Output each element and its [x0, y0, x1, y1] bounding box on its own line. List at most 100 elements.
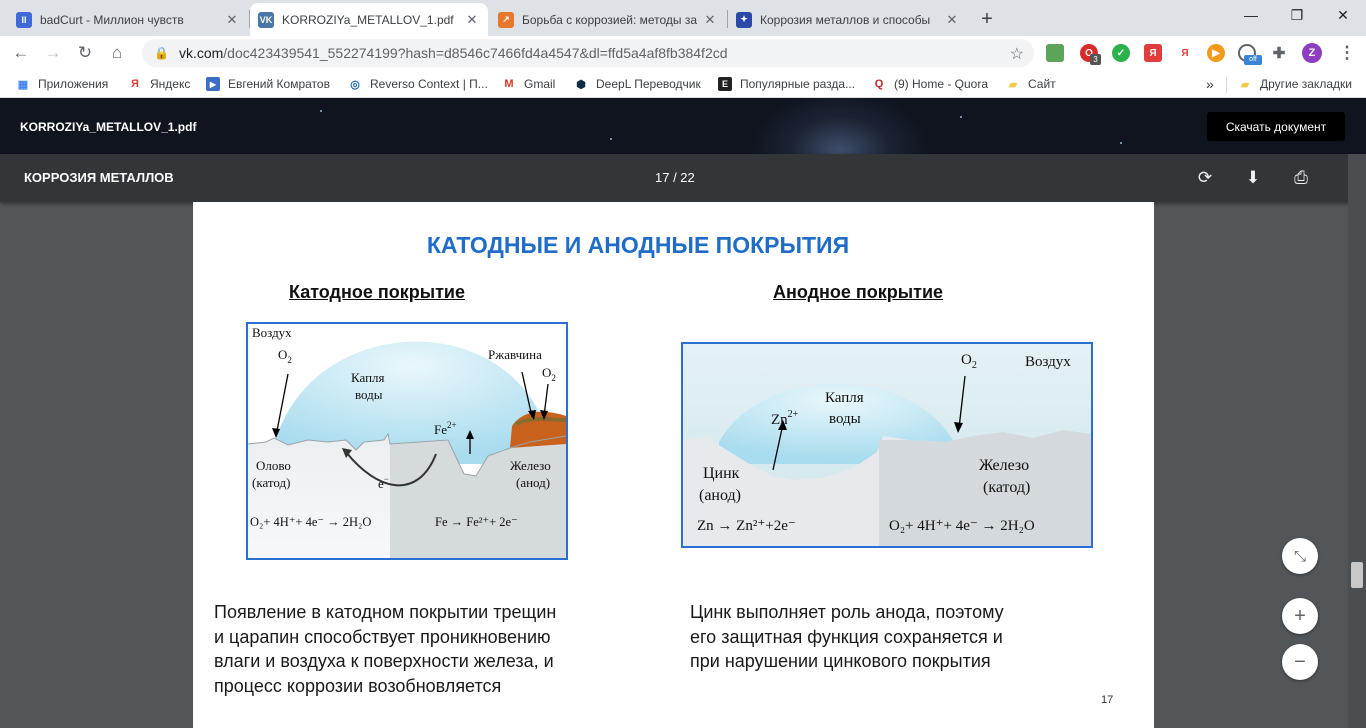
tab-title: Коррозия металлов и способы	[760, 12, 931, 27]
back-icon[interactable]: ←	[8, 40, 34, 66]
bookmark-star-icon[interactable]: ☆	[1010, 44, 1024, 64]
pdf-scrollbar[interactable]	[1348, 154, 1366, 728]
play-extension-icon[interactable]: ▶	[1207, 44, 1225, 62]
tab-corrosion-ways[interactable]: ✦ Коррозия металлов и способы ✕	[728, 3, 968, 36]
air-label: Воздух	[252, 325, 292, 340]
puzzle-icon[interactable]: ✚	[1270, 44, 1288, 62]
bookmark-label: Другие закладки	[1260, 77, 1352, 91]
text-line: Появление в катодном покрытии трещин	[214, 602, 557, 622]
bookmark-label: (9) Home - Quora	[894, 77, 989, 91]
bg-star	[320, 110, 322, 112]
cathodic-heading: Катодное покрытие	[289, 282, 465, 302]
slide-page-number: 17	[1101, 694, 1114, 706]
document-filename: KORROZIYa_METALLOV_1.pdf	[20, 120, 197, 134]
close-window-button[interactable]: ✕	[1320, 0, 1366, 30]
new-tab-button[interactable]: +	[974, 6, 1000, 32]
anodic-heading: Анодное покрытие	[773, 282, 944, 302]
tab-favicon-icon: ✦	[736, 11, 752, 28]
close-tab-icon[interactable]: ✕	[944, 12, 960, 28]
bookmark-site[interactable]: ▰ Сайт	[1006, 75, 1056, 93]
page-indicator: 17 / 22	[655, 170, 695, 185]
iron-label: (анод)	[516, 475, 550, 490]
anodic-coating-diagram: Воздух O2 Zn2+ Капля воды Цинк (анод) Же…	[683, 344, 1091, 546]
fit-page-button[interactable]: ⤡	[1282, 538, 1318, 574]
tab-title: KORROZIYa_METALLOV_1.pdf	[282, 12, 454, 27]
yandex-icon[interactable]: Я	[1176, 44, 1194, 62]
zinc-label: Цинк	[703, 465, 740, 482]
cathodic-coating-figure: Воздух O2 Капля воды Ржавчина O2 Fe2+ Ол…	[246, 322, 568, 560]
close-tab-icon[interactable]: ✕	[224, 12, 240, 28]
vk-icon: VK	[258, 11, 274, 28]
more-bookmarks-button[interactable]: »	[1206, 75, 1214, 93]
bookmarks-bar: ▦ Приложения Я Яндекс ▶ Евгений Комратов ◎ R…	[0, 70, 1366, 98]
tab-favicon-icon: II	[16, 11, 32, 28]
quora-icon: Q	[874, 78, 884, 90]
zoom-in-button[interactable]: +	[1282, 598, 1318, 634]
bookmark-komratov[interactable]: ▶ Евгений Комратов	[206, 75, 330, 93]
reverso-icon: ◎	[350, 78, 360, 91]
download-document-button[interactable]: Скачать документ	[1207, 112, 1345, 141]
fit-page-icon: ⤡	[1293, 547, 1306, 565]
print-icon[interactable]: ⎙	[1289, 166, 1313, 190]
forward-icon[interactable]: →	[40, 40, 66, 66]
iron-label: Железо	[510, 458, 551, 473]
text-line: его защитная функция сохраняется и	[690, 626, 1003, 647]
bg-star	[1120, 142, 1122, 144]
check-extension-icon[interactable]: ✓	[1112, 44, 1130, 62]
bookmark-label: Яндекс	[150, 77, 191, 91]
bookmark-deepl[interactable]: ⬢ DeepL Переводчик	[574, 75, 701, 93]
minimize-button[interactable]: —	[1228, 0, 1274, 30]
profile-avatar[interactable]: Z	[1302, 43, 1322, 63]
tab-badcurt[interactable]: II badCurt - Миллион чувств ✕	[8, 3, 248, 36]
zoom-out-button[interactable]: −	[1282, 644, 1318, 680]
close-tab-icon[interactable]: ✕	[464, 12, 480, 28]
reload-icon[interactable]: ↻	[72, 40, 98, 66]
document-header: KORROZIYa_METALLOV_1.pdf Скачать докумен…	[0, 98, 1366, 154]
bookmark-reverso[interactable]: ◎ Reverso Context | П...	[348, 75, 488, 93]
pdf-toolbar: КОРРОЗИЯ МЕТАЛЛОВ 17 / 22 ⟳ ⬇ ⎙	[0, 154, 1366, 202]
cathode-equation: O₂+ 4H⁺+ 4e⁻ → 2H₂O	[889, 518, 1035, 534]
tin-label: Олово	[256, 458, 291, 473]
close-tab-icon[interactable]: ✕	[702, 12, 718, 28]
bookmark-quora[interactable]: Q (9) Home - Quora	[872, 75, 988, 93]
bookmark-label: DeepL Переводчик	[596, 77, 701, 91]
tab-corrosion-methods[interactable]: ↗ Борьба с коррозией: методы за ✕	[490, 3, 726, 36]
download-icon[interactable]: ⬇	[1241, 166, 1265, 190]
zinc-label: (анод)	[699, 487, 741, 504]
scrollbar-thumb[interactable]	[1351, 562, 1363, 588]
extension-off-badge: off	[1244, 55, 1262, 65]
bookmarks-divider	[1226, 77, 1227, 93]
tab-pdf[interactable]: VK KORROZIYa_METALLOV_1.pdf ✕	[250, 3, 488, 36]
o2-label: O2	[542, 365, 556, 383]
folder-icon: ▰	[1240, 78, 1250, 91]
bookmark-popular[interactable]: E Популярные разда...	[718, 75, 855, 93]
menu-kebab-icon[interactable]: ⋮	[1334, 40, 1360, 66]
o2-label: O2	[278, 347, 292, 365]
bookmark-label: Евгений Комратов	[228, 77, 330, 91]
slide-title: КАТОДНЫЕ И АНОДНЫЕ ПОКРЫТИЯ	[426, 232, 850, 258]
bookmark-gmail[interactable]: M Gmail	[502, 75, 555, 93]
drop-label: Капля	[351, 370, 385, 385]
text-line: при нарушении цинкового покрытия	[690, 651, 991, 671]
cathodic-description: Появление в катодном покрытии трещин и ц…	[214, 600, 556, 698]
bookmark-apps[interactable]: ▦ Приложения	[16, 75, 108, 93]
yandex-extension-icon[interactable]: Я	[1144, 44, 1162, 62]
home-icon[interactable]: ⌂	[104, 40, 130, 66]
browser-toolbar: ← → ↻ ⌂ 🔒 vk.com/doc423439541_552274199?…	[0, 36, 1366, 70]
rust-label: Ржавчина	[488, 347, 542, 362]
bookmark-other[interactable]: ▰ Другие закладки	[1238, 75, 1352, 93]
anodic-description: Цинк выполняет роль анода, поэтому его з…	[690, 600, 1004, 674]
address-bar[interactable]: 🔒 vk.com/doc423439541_552274199?hash=d85…	[142, 39, 1034, 67]
bookmark-label: Сайт	[1028, 77, 1056, 91]
url-path: /doc423439541_552274199?hash=d8546c7466f…	[223, 45, 728, 61]
anode-equation: Zn → Zn²⁺+2e⁻	[697, 518, 796, 534]
rotate-icon[interactable]: ⟳	[1193, 166, 1217, 190]
cathode-equation: O₂+ 4H⁺+ 4e⁻ → 2H₂O	[250, 515, 371, 529]
bookmark-yandex[interactable]: Я Яндекс	[128, 75, 190, 93]
extension-icon[interactable]	[1046, 44, 1064, 62]
iron-label: (катод)	[983, 479, 1030, 496]
anodic-coating-figure: Воздух O2 Zn2+ Капля воды Цинк (анод) Же…	[681, 342, 1093, 548]
restore-button[interactable]: ❐	[1274, 0, 1320, 30]
tin-label: (катод)	[252, 475, 290, 490]
iron-label: Железо	[979, 457, 1029, 474]
